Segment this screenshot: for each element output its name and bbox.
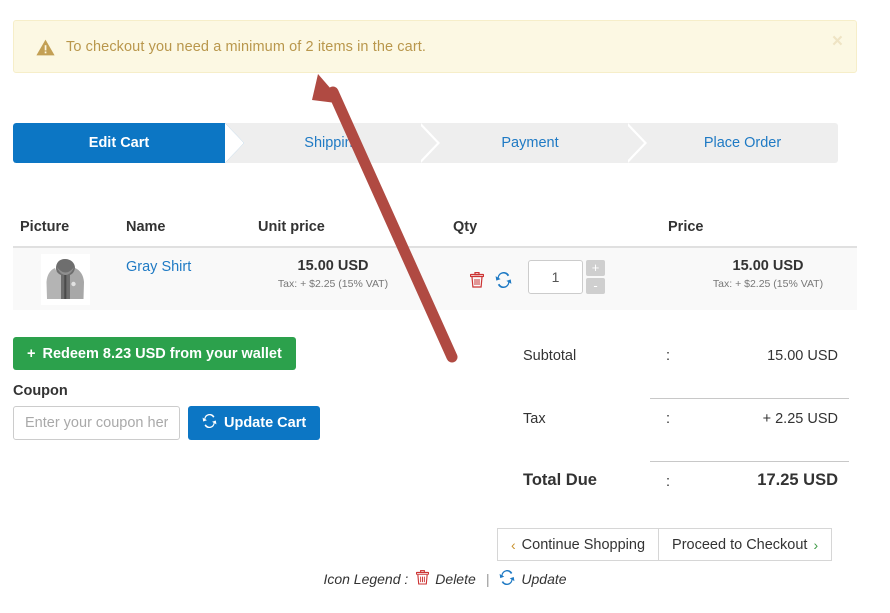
coupon-input[interactable] xyxy=(13,406,180,440)
refresh-icon xyxy=(499,569,515,588)
product-name-link[interactable]: Gray Shirt xyxy=(126,259,191,275)
qty-decrement-button[interactable]: - xyxy=(586,278,605,294)
unit-price-tax: Tax: + $2.25 (15% VAT) xyxy=(277,278,389,290)
cart-minimum-warning-alert: To checkout you need a minimum of 2 item… xyxy=(13,20,857,73)
update-cart-button[interactable]: Update Cart xyxy=(188,406,321,440)
subtotal-value: 15.00 USD xyxy=(767,348,838,364)
unit-price-cell: 15.00 USD Tax: + $2.25 (15% VAT) xyxy=(258,258,408,290)
shopping-cart-page: To checkout you need a minimum of 2 item… xyxy=(0,0,890,613)
trash-icon[interactable] xyxy=(466,268,488,292)
step-notch-2-inner xyxy=(418,123,437,163)
redeem-wallet-button[interactable]: + Redeem 8.23 USD from your wallet xyxy=(13,337,296,370)
column-header-picture: Picture xyxy=(20,219,70,235)
step-shipping[interactable]: Shipping xyxy=(244,123,421,163)
subtotal-label: Subtotal xyxy=(523,348,577,364)
step-label: Place Order xyxy=(703,135,782,151)
cart-table-header: Picture Name Unit price Qty Price xyxy=(13,213,857,248)
total-due-value: 17.25 USD xyxy=(757,471,838,489)
column-header-price: Price xyxy=(668,219,704,235)
column-header-unit-price: Unit price xyxy=(258,219,325,235)
step-label: Payment xyxy=(501,135,559,151)
continue-shopping-button[interactable]: ‹ Continue Shopping xyxy=(497,528,660,561)
trash-icon xyxy=(416,570,430,588)
warning-triangle-icon xyxy=(36,39,55,56)
alert-message: To checkout you need a minimum of 2 item… xyxy=(66,38,427,55)
totals-row-subtotal: Subtotal : 15.00 USD xyxy=(500,336,857,399)
legend-delete: Delete xyxy=(416,570,476,588)
checkout-steps: Edit Cart Shipping Payment Place Order xyxy=(13,123,838,163)
refresh-icon[interactable] xyxy=(492,268,514,292)
legend-update-label: Update xyxy=(521,571,567,587)
step-edit-cart[interactable]: Edit Cart xyxy=(13,123,225,163)
column-header-qty: Qty xyxy=(453,219,478,235)
step-payment[interactable]: Payment xyxy=(440,123,620,163)
proceed-to-checkout-button[interactable]: Proceed to Checkout › xyxy=(659,528,833,561)
step-label: Edit Cart xyxy=(88,135,150,151)
unit-price-value: 15.00 USD xyxy=(297,258,369,274)
qty-cell: + - xyxy=(466,260,605,296)
qty-increment-button[interactable]: + xyxy=(586,260,605,276)
total-due-label: Total Due xyxy=(523,471,597,489)
tax-value: + 2.25 USD xyxy=(762,411,838,427)
row-price-tax: Tax: + $2.25 (15% VAT) xyxy=(712,278,824,290)
icon-legend-title: Icon Legend : xyxy=(323,571,409,587)
coupon-label: Coupon xyxy=(13,383,68,399)
continue-shopping-label: Continue Shopping xyxy=(521,536,646,553)
proceed-to-checkout-label: Proceed to Checkout xyxy=(672,536,808,553)
colon-separator: : xyxy=(666,411,671,427)
chevron-left-icon: ‹ xyxy=(511,536,516,553)
table-row: Gray Shirt 15.00 USD Tax: + $2.25 (15% V… xyxy=(13,248,857,310)
cart-action-buttons: ‹ Continue Shopping Proceed to Checkout … xyxy=(497,528,833,561)
chevron-right-icon: › xyxy=(813,536,819,553)
plus-icon: + xyxy=(27,345,36,362)
colon-separator: : xyxy=(666,348,671,364)
column-header-name: Name xyxy=(126,219,166,235)
step-label: Shipping xyxy=(304,135,361,151)
alert-content: To checkout you need a minimum of 2 item… xyxy=(36,21,426,72)
step-notch-1 xyxy=(225,123,244,163)
row-price-value: 15.00 USD xyxy=(732,258,804,274)
tax-label: Tax xyxy=(523,411,546,427)
qty-spinner: + - xyxy=(586,260,605,296)
update-cart-label: Update Cart xyxy=(224,415,307,431)
totals-panel: Subtotal : 15.00 USD Tax : + 2.25 USD To… xyxy=(500,336,857,525)
redeem-wallet-label: Redeem 8.23 USD from your wallet xyxy=(42,345,282,362)
legend-update: Update xyxy=(499,569,567,588)
close-icon[interactable]: × xyxy=(832,32,843,51)
legend-separator: | xyxy=(485,571,490,587)
refresh-icon xyxy=(202,413,217,432)
step-place-order[interactable]: Place Order xyxy=(647,123,838,163)
icon-legend: Icon Legend : Delete | Update xyxy=(0,569,890,588)
legend-delete-label: Delete xyxy=(435,571,476,587)
step-notch-3-inner xyxy=(625,123,644,163)
quantity-stepper[interactable] xyxy=(528,260,583,294)
row-price-cell: 15.00 USD Tax: + $2.25 (15% VAT) xyxy=(668,258,868,290)
totals-row-total-due: Total Due : 17.25 USD xyxy=(500,462,857,525)
product-thumbnail[interactable] xyxy=(41,254,90,305)
colon-separator: : xyxy=(666,474,671,490)
totals-row-tax: Tax : + 2.25 USD xyxy=(500,399,857,462)
